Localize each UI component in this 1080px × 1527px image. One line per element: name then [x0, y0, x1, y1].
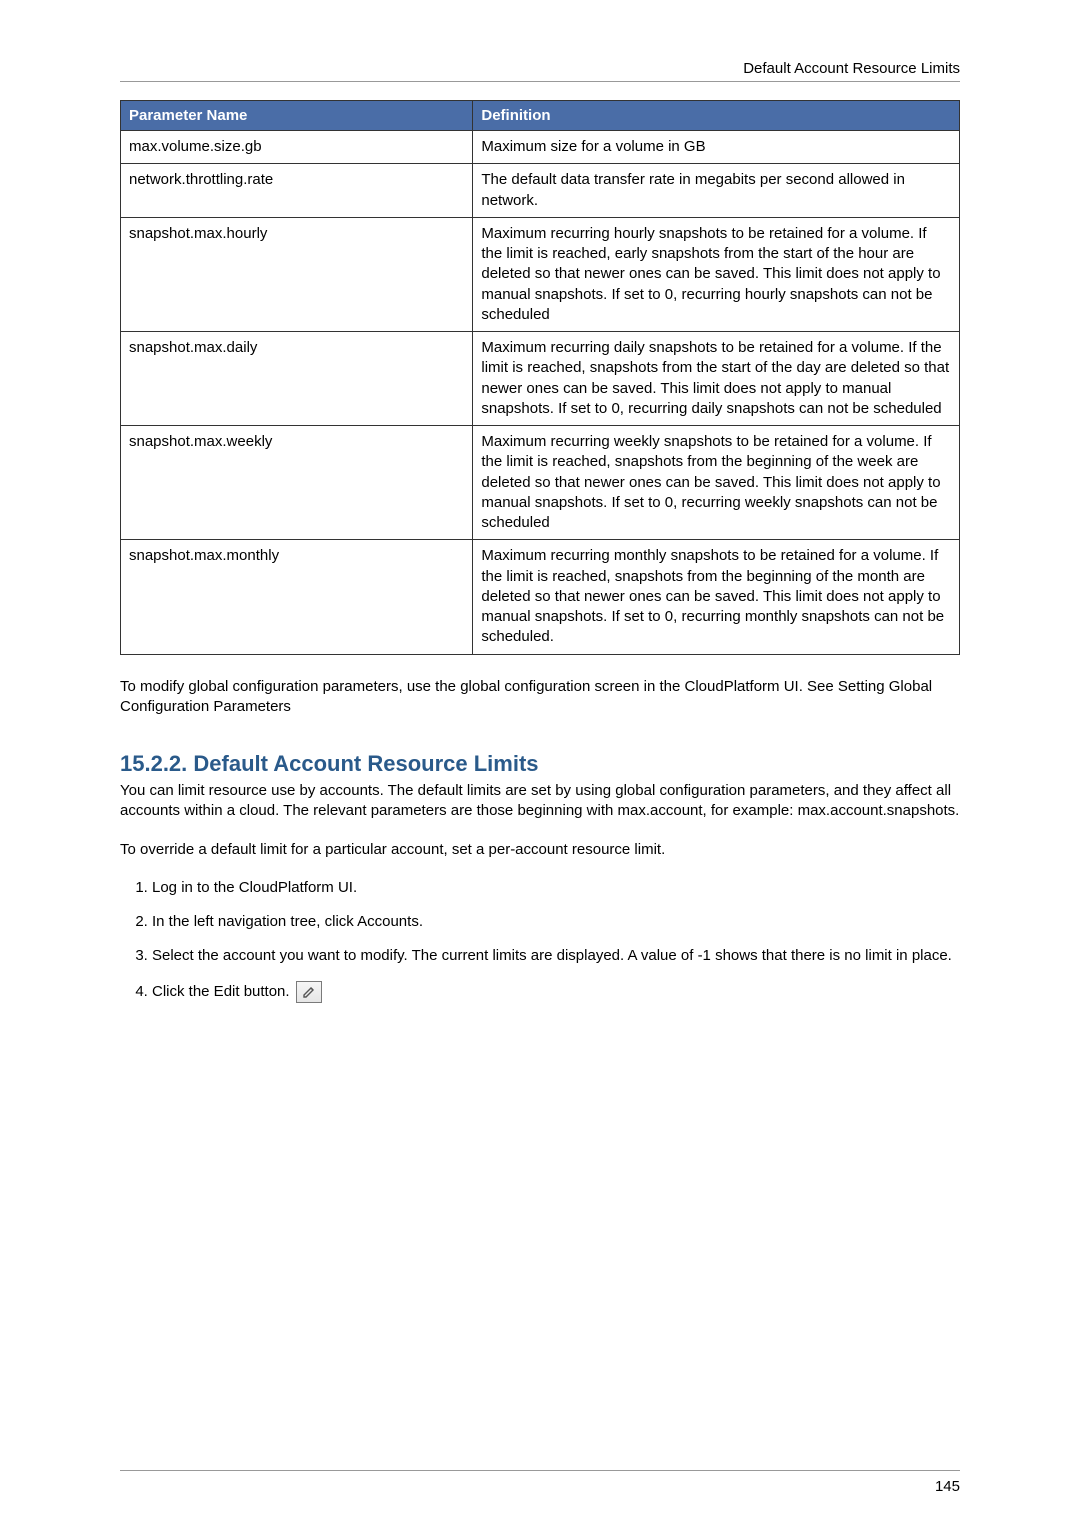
section-heading: 15.2.2. Default Account Resource Limits: [120, 751, 960, 777]
table-header-row: Parameter Name Definition: [121, 101, 960, 131]
table-row: max.volume.size.gb Maximum size for a vo…: [121, 131, 960, 164]
page-number: 145: [935, 1478, 960, 1495]
param-definition: Maximum size for a volume in GB: [473, 131, 960, 164]
step-4-text: Click the Edit button.: [152, 982, 290, 1002]
list-item: Select the account you want to modify. T…: [152, 946, 960, 966]
steps-list: Log in to the CloudPlatform UI. In the l…: [120, 878, 960, 1003]
table-row: snapshot.max.daily Maximum recurring dai…: [121, 332, 960, 426]
param-name: snapshot.max.monthly: [121, 540, 473, 654]
param-definition: Maximum recurring daily snapshots to be …: [473, 332, 960, 426]
param-definition: Maximum recurring weekly snapshots to be…: [473, 426, 960, 540]
after-table-paragraph: To modify global configuration parameter…: [120, 677, 960, 718]
parameters-table: Parameter Name Definition max.volume.siz…: [120, 100, 960, 655]
param-name: snapshot.max.weekly: [121, 426, 473, 540]
edit-icon: [296, 981, 322, 1003]
section-intro: You can limit resource use by accounts. …: [120, 781, 960, 822]
table-row: snapshot.max.monthly Maximum recurring m…: [121, 540, 960, 654]
table-row: snapshot.max.weekly Maximum recurring we…: [121, 426, 960, 540]
param-name: network.throttling.rate: [121, 164, 473, 218]
col-header-definition: Definition: [473, 101, 960, 131]
footer-rule: [120, 1470, 960, 1471]
param-name: snapshot.max.daily: [121, 332, 473, 426]
running-header: Default Account Resource Limits: [120, 60, 960, 82]
col-header-param: Parameter Name: [121, 101, 473, 131]
list-item: Log in to the CloudPlatform UI.: [152, 878, 960, 898]
param-name: snapshot.max.hourly: [121, 217, 473, 331]
section-override: To override a default limit for a partic…: [120, 840, 960, 860]
list-item: Click the Edit button.: [152, 981, 960, 1003]
table-row: network.throttling.rate The default data…: [121, 164, 960, 218]
list-item: In the left navigation tree, click Accou…: [152, 912, 960, 932]
table-row: snapshot.max.hourly Maximum recurring ho…: [121, 217, 960, 331]
param-name: max.volume.size.gb: [121, 131, 473, 164]
param-definition: Maximum recurring monthly snapshots to b…: [473, 540, 960, 654]
param-definition: The default data transfer rate in megabi…: [473, 164, 960, 218]
param-definition: Maximum recurring hourly snapshots to be…: [473, 217, 960, 331]
